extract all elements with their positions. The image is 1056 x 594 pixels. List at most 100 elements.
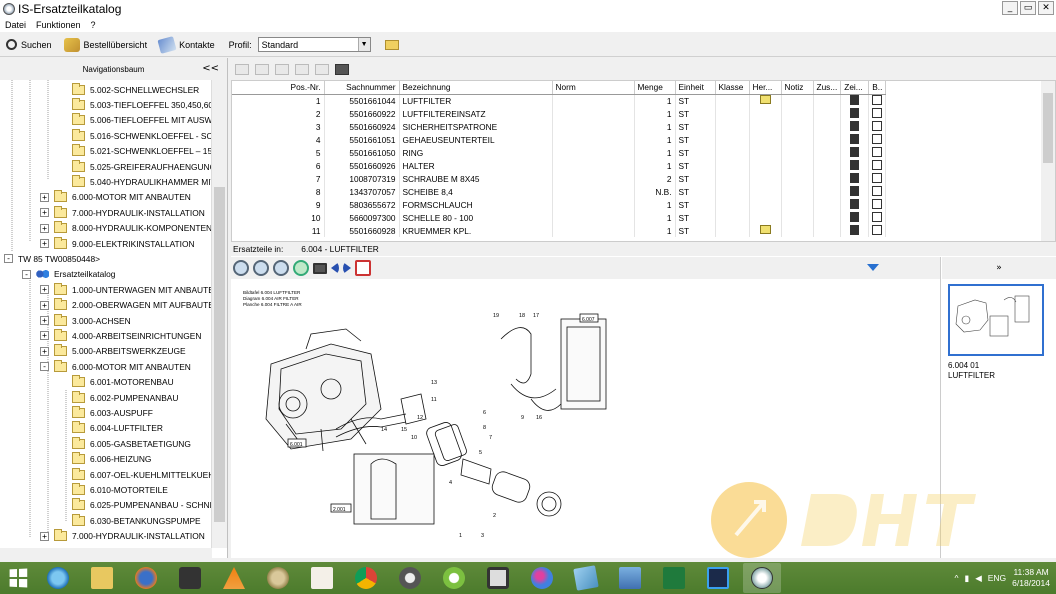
- tree-item[interactable]: 6.001-MOTORENBAU: [58, 375, 174, 390]
- tree-item[interactable]: 6.010-MOTORTEILE: [58, 482, 168, 497]
- taskbar-chrome[interactable]: [347, 563, 385, 593]
- expand-icon[interactable]: +: [40, 223, 49, 233]
- order-cart-icon[interactable]: [872, 94, 883, 105]
- table-row[interactable]: 9 5803655672 FORMSCHLAUCH 1 ST: [232, 198, 887, 211]
- drawing-sheet-icon[interactable]: [850, 146, 860, 157]
- language-indicator[interactable]: ENG: [988, 573, 1006, 583]
- expand-icon[interactable]: +: [40, 346, 49, 356]
- minimize-button[interactable]: _: [1002, 1, 1018, 15]
- column-header[interactable]: Bezeichnung: [399, 81, 553, 95]
- tree-item[interactable]: - Ersatzteilkatalog: [22, 267, 115, 282]
- order-cart-icon[interactable]: [872, 224, 883, 235]
- previous-page-icon[interactable]: [331, 262, 339, 274]
- taskbar-excel[interactable]: [655, 563, 693, 593]
- zoom-area-icon[interactable]: [293, 260, 309, 276]
- expand-icon[interactable]: +: [40, 300, 49, 310]
- tree-item[interactable]: 5.025-GREIFERAUFHAENGUNG: [58, 159, 212, 174]
- taskbar-onion[interactable]: [259, 563, 297, 593]
- drawing-sheet-icon[interactable]: [850, 107, 860, 118]
- expand-icon[interactable]: +: [40, 285, 49, 295]
- collapse-nav-button[interactable]: <<: [202, 63, 219, 74]
- tray-expand-icon[interactable]: ^: [955, 573, 959, 583]
- next-page-icon[interactable]: [343, 262, 351, 274]
- tree-item[interactable]: +6.000-MOTOR MIT ANBAUTEN: [40, 190, 191, 205]
- tree-item[interactable]: 6.002-PUMPENANBAU: [58, 390, 178, 405]
- volume-icon[interactable]: ◀: [975, 573, 982, 584]
- taskbar-film[interactable]: [391, 563, 429, 593]
- network-icon[interactable]: ▮: [965, 573, 970, 584]
- tree-item[interactable]: 5.016-SCHWENKLOEFFEL - SC: [58, 128, 212, 143]
- note-icon[interactable]: [295, 63, 309, 75]
- tree-item[interactable]: 5.002-SCHNELLWECHSLER: [58, 82, 199, 97]
- order-cart-icon[interactable]: [872, 198, 883, 209]
- tree-item[interactable]: +5.000-ARBEITSWERKZEUGE: [40, 344, 186, 359]
- tree-item[interactable]: 6.007-OEL-KUEHLMITTELKUEH: [58, 467, 212, 482]
- drawing-sheet-icon[interactable]: [850, 211, 860, 222]
- table-row[interactable]: 4 5501661051 GEHAEUSEUNTERTEIL 1 ST: [232, 133, 887, 146]
- order-cart-icon[interactable]: [872, 146, 883, 157]
- tree-item[interactable]: +7.000-HYDRAULIK-INSTALLATION: [40, 529, 205, 544]
- start-button[interactable]: [0, 562, 36, 594]
- order-cart-icon[interactable]: [872, 120, 883, 131]
- tree-item[interactable]: +1.000-UNTERWAGEN MIT ANBAUTE: [40, 282, 212, 297]
- table-row[interactable]: 2 5501660922 LUFTFILTEREINSATZ 1 ST: [232, 107, 887, 120]
- scroll-thumb[interactable]: [214, 187, 225, 522]
- order-overview-button[interactable]: Bestellübersicht: [58, 37, 154, 52]
- drawing-sheet-icon[interactable]: [850, 224, 860, 235]
- column-header[interactable]: Zei...: [840, 81, 870, 95]
- tree-item[interactable]: - 6.000-MOTOR MIT ANBAUTEN: [40, 359, 191, 374]
- column-header[interactable]: Sachnummer: [324, 81, 400, 95]
- tree-item[interactable]: +4.000-ARBEITSEINRICHTUNGEN: [40, 328, 201, 343]
- restore-button[interactable]: ▭: [1020, 1, 1036, 15]
- search-button[interactable]: Suchen: [0, 39, 58, 50]
- folder-icon[interactable]: [384, 39, 399, 50]
- table-vertical-scrollbar[interactable]: [1041, 81, 1055, 241]
- order-cart-icon[interactable]: [872, 211, 883, 222]
- collapse-icon[interactable]: -: [40, 362, 49, 372]
- column-header[interactable]: Zus...: [813, 81, 842, 95]
- tree-item[interactable]: 6.030-BETANKUNGSPUMPE: [58, 513, 201, 528]
- taskbar-app-grid[interactable]: [303, 563, 341, 593]
- zoom-fit-icon[interactable]: [233, 260, 249, 276]
- expand-icon[interactable]: +: [40, 316, 49, 325]
- taskbar-photo[interactable]: [479, 563, 517, 593]
- tree-item[interactable]: 6.004-LUFTFILTER: [58, 421, 163, 436]
- table-scroll-thumb[interactable]: [1043, 93, 1053, 163]
- tree-item[interactable]: +3.000-ACHSEN: [40, 313, 131, 328]
- column-header[interactable]: Notiz: [781, 81, 814, 95]
- order-cart-icon[interactable]: [872, 185, 883, 196]
- contacts-button[interactable]: Kontakte: [153, 35, 221, 54]
- thumbnail-expand-button[interactable]: »: [942, 257, 1056, 279]
- taskbar-firefox[interactable]: [127, 563, 165, 593]
- tree-item[interactable]: 6.025-PUMPENANBAU - SCHNE: [58, 498, 212, 513]
- tree-horizontal-scrollbar[interactable]: [0, 548, 212, 558]
- order-cart-icon[interactable]: [872, 159, 883, 170]
- drawing-sheet-icon[interactable]: [850, 172, 860, 183]
- collapse-icon[interactable]: -: [4, 254, 13, 264]
- tree-item[interactable]: 6.006-HEIZUNG: [58, 452, 151, 467]
- order-cart-icon[interactable]: [872, 172, 883, 183]
- tree-item[interactable]: +2.000-OBERWAGEN MIT AUFBAUTE: [40, 298, 212, 313]
- column-header[interactable]: Klasse: [715, 81, 750, 95]
- table-row[interactable]: 10 5660097300 SCHELLE 80 - 100 1 ST: [232, 211, 887, 224]
- taskbar-photoshop[interactable]: [699, 563, 737, 593]
- expand-icon[interactable]: +: [40, 531, 49, 541]
- taskbar-vlc[interactable]: [215, 563, 253, 593]
- zoom-in-icon[interactable]: [253, 260, 269, 276]
- taskbar-explorer[interactable]: [83, 563, 121, 593]
- taskbar-ie[interactable]: [39, 563, 77, 593]
- column-header[interactable]: Norm: [552, 81, 635, 95]
- taskbar-notes[interactable]: [567, 563, 605, 593]
- taskbar-screen[interactable]: [611, 563, 649, 593]
- table-row[interactable]: 8 1343707057 SCHEIBE 8,4 N.B. ST: [232, 185, 887, 198]
- taskbar-paint[interactable]: [523, 563, 561, 593]
- table-row[interactable]: 7 1008707319 SCHRAUBE M 8X45 2 ST: [232, 172, 887, 185]
- expand-icon[interactable]: +: [40, 331, 49, 341]
- tree-vertical-scrollbar[interactable]: [211, 80, 227, 548]
- print-icon[interactable]: [335, 63, 349, 75]
- chevron-down-icon[interactable]: ▼: [357, 38, 370, 51]
- export-icon[interactable]: [315, 63, 329, 75]
- close-button[interactable]: ✕: [1038, 1, 1054, 15]
- tree-item[interactable]: 5.006-TIEFLOEFFEL MIT AUSW: [58, 113, 212, 128]
- zoom-out-icon[interactable]: [273, 260, 289, 276]
